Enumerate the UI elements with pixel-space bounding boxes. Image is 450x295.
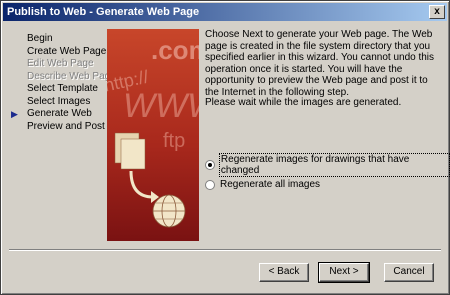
step-generate-web: ▶ Generate Web xyxy=(11,108,107,121)
step-begin: Begin xyxy=(11,33,107,46)
back-button[interactable]: < Back xyxy=(259,263,309,282)
title-bar: Publish to Web - Generate Web Page x xyxy=(3,3,447,21)
globe-icon xyxy=(152,194,186,228)
option-label: Regenerate all images xyxy=(220,179,321,190)
option-regenerate-changed[interactable]: Regenerate images for drawings that have… xyxy=(205,153,450,177)
wizard-window: Publish to Web - Generate Web Page x Beg… xyxy=(0,0,450,295)
close-icon: x xyxy=(434,6,440,17)
description-text: Choose Next to generate your Web page. T… xyxy=(205,29,435,98)
illustration-text-com: .com xyxy=(151,35,199,65)
step-preview-and-post: Preview and Post xyxy=(11,121,107,134)
step-label: Preview and Post xyxy=(27,120,105,132)
step-select-images: Select Images xyxy=(11,96,107,109)
web-publishing-illustration: .com http:// WWW ftp xyxy=(107,29,199,241)
wizard-steps: Begin Create Web Page Edit Web Page Desc… xyxy=(11,33,116,134)
step-label: Select Template xyxy=(27,83,98,94)
step-label: Generate Web xyxy=(27,108,92,119)
window-title: Publish to Web - Generate Web Page xyxy=(7,6,200,18)
step-label: Edit Web Page xyxy=(27,58,94,69)
wizard-illustration: .com http:// WWW ftp xyxy=(107,29,199,241)
current-step-arrow-icon: ▶ xyxy=(11,109,18,119)
illustration-text-www: WWW xyxy=(123,87,199,125)
option-regenerate-all[interactable]: Regenerate all images xyxy=(205,179,320,190)
step-label: Describe Web Page xyxy=(27,70,116,82)
status-text: Please wait while the images are generat… xyxy=(205,97,402,108)
illustration-text-ftp: ftp xyxy=(163,130,185,152)
cancel-button[interactable]: Cancel xyxy=(384,263,434,282)
radio-button[interactable] xyxy=(205,160,215,170)
step-create-web-page: Create Web Page xyxy=(11,46,107,59)
step-describe-web-page: Describe Web Page xyxy=(11,71,116,84)
divider xyxy=(9,249,441,251)
next-button[interactable]: Next > xyxy=(318,262,370,283)
close-button[interactable]: x xyxy=(429,5,445,19)
step-label: Create Web Page xyxy=(27,45,107,57)
option-label: Regenerate images for drawings that have… xyxy=(218,153,450,177)
radio-button[interactable] xyxy=(205,179,215,190)
step-edit-web-page: Edit Web Page xyxy=(11,58,107,71)
step-label: Begin xyxy=(27,33,53,44)
step-select-template: Select Template xyxy=(11,83,107,96)
step-label: Select Images xyxy=(27,95,91,107)
